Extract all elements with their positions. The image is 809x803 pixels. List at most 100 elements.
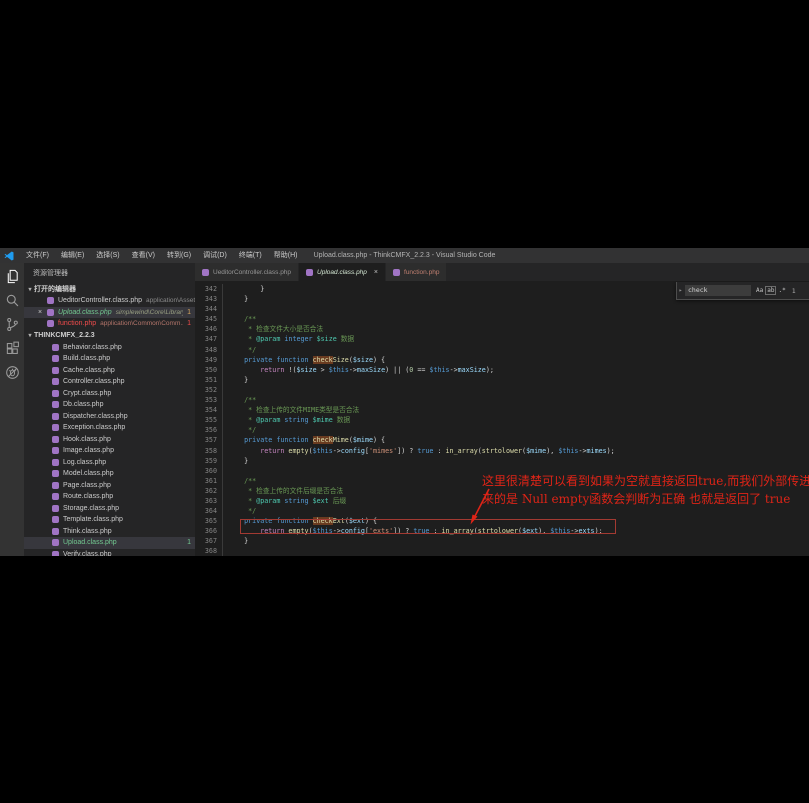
code-line[interactable]: 350 return !($size > $this->maxSize) || … <box>195 365 809 375</box>
tree-item[interactable]: Behavior.class.php <box>24 342 195 354</box>
tree-item[interactable]: Log.class.php <box>24 457 195 469</box>
code-line[interactable]: 367 } <box>195 536 809 546</box>
code-token: -> <box>333 447 341 455</box>
tree-item[interactable]: Think.class.php <box>24 526 195 538</box>
menu-item[interactable]: 编辑(E) <box>55 248 90 263</box>
line-number: 368 <box>195 546 223 556</box>
code-line[interactable]: 348 */ <box>195 345 809 355</box>
editor-tab[interactable]: function.php <box>386 263 447 281</box>
open-editors-header[interactable]: ▾ 打开的编辑器 <box>24 283 195 295</box>
code-line[interactable]: 361 /** <box>195 476 809 486</box>
close-icon[interactable]: × <box>38 309 47 316</box>
editor-tab[interactable]: Upload.class.php× <box>299 263 386 281</box>
line-number: 352 <box>195 385 223 395</box>
code-line[interactable]: 344 <box>195 304 809 314</box>
menu-item[interactable]: 文件(F) <box>20 248 55 263</box>
code-token: function <box>276 436 308 444</box>
tree-item[interactable]: Upload.class.php1 <box>24 537 195 549</box>
code-line[interactable]: 355 * @param string $mime 数据 <box>195 415 809 425</box>
php-file-icon <box>52 355 59 362</box>
tree-item[interactable]: Db.class.php <box>24 399 195 411</box>
tree-item[interactable]: Route.class.php <box>24 491 195 503</box>
tree-item[interactable]: Build.class.php <box>24 353 195 365</box>
code-token: */ <box>228 507 256 515</box>
code-token <box>228 436 244 444</box>
tree-item[interactable]: Storage.class.php <box>24 503 195 515</box>
code-line[interactable]: 366 return empty($this->config['exts']) … <box>195 526 809 536</box>
code-token: ]) ? <box>393 527 413 535</box>
code-line[interactable]: 362 * 检查上传的文件后缀是否合法 <box>195 486 809 496</box>
line-number: 349 <box>195 355 223 365</box>
tree-item[interactable]: Controller.class.php <box>24 376 195 388</box>
code-line[interactable]: 357 private function checkMime($mime) { <box>195 435 809 445</box>
code-token <box>228 447 260 455</box>
code-line[interactable]: 356 */ <box>195 425 809 435</box>
tree-item[interactable]: Image.class.php <box>24 445 195 457</box>
tree-item[interactable]: Crypt.class.php <box>24 388 195 400</box>
tree-item[interactable]: Dispatcher.class.php <box>24 411 195 423</box>
code-line[interactable]: 352 <box>195 385 809 395</box>
code-token: return <box>260 366 284 374</box>
code-line[interactable]: 365 private function checkExt($ext) { <box>195 516 809 526</box>
line-number: 361 <box>195 476 223 486</box>
search-icon[interactable] <box>4 292 20 308</box>
code-line[interactable]: 353 /** <box>195 395 809 405</box>
menu-item[interactable]: 查看(V) <box>126 248 161 263</box>
tree-item[interactable]: Model.class.php <box>24 468 195 480</box>
code-line[interactable]: 364 */ <box>195 506 809 516</box>
code-line[interactable]: 347 * @param integer $size 数据 <box>195 334 809 344</box>
code-text: */ <box>223 506 256 516</box>
code-editor[interactable]: 342 }343 }344345 /**346 * 检查文件大小是否合法347 … <box>195 281 809 556</box>
tree-item[interactable]: Hook.class.php <box>24 434 195 446</box>
code-line[interactable]: 363 * @param string $ext 后缀 <box>195 496 809 506</box>
code-token: Ext <box>333 517 345 525</box>
code-text: /** <box>223 314 256 324</box>
extensions-icon[interactable] <box>4 340 20 356</box>
menu-item[interactable]: 转到(G) <box>161 248 197 263</box>
code-line[interactable]: 368 <box>195 546 809 556</box>
open-editor-item[interactable]: function.phpapplication\Common\Comm...1 <box>24 318 195 330</box>
code-text <box>223 466 228 476</box>
editor-tab[interactable]: UeditorController.class.php <box>195 263 299 281</box>
code-line[interactable]: 360 <box>195 466 809 476</box>
code-token: -> <box>333 527 341 535</box>
whole-word-button[interactable]: ab <box>765 286 776 295</box>
find-expand-icon[interactable]: ▸ <box>677 282 684 299</box>
editor-group: UeditorController.class.phpUpload.class.… <box>195 263 809 556</box>
php-file-icon <box>52 482 59 489</box>
tree-item[interactable]: Page.class.php <box>24 480 195 492</box>
code-token: */ <box>228 346 256 354</box>
explorer-icon[interactable] <box>4 268 20 284</box>
find-widget: ▸ check Aa ab .* 1 <box>676 282 809 300</box>
project-folder-header[interactable]: ▾ THINKCMFX_2.2.3 <box>24 330 195 342</box>
code-line[interactable]: 351 } <box>195 375 809 385</box>
menu-item[interactable]: 选择(S) <box>90 248 125 263</box>
code-line[interactable]: 349 private function checkSize($size) { <box>195 355 809 365</box>
tree-item[interactable]: Exception.class.php <box>24 422 195 434</box>
code-line[interactable]: 354 * 检查上传的文件MIME类型是否合法 <box>195 405 809 415</box>
code-line[interactable]: 345 /** <box>195 314 809 324</box>
close-icon[interactable]: × <box>374 269 378 276</box>
open-editor-item[interactable]: UeditorController.class.phpapplication\A… <box>24 295 195 307</box>
find-input[interactable]: check <box>685 285 751 296</box>
source-control-icon[interactable] <box>4 316 20 332</box>
file-label: Verify.class.php <box>63 551 112 556</box>
php-file-icon <box>52 539 59 546</box>
code-line[interactable]: 359 } <box>195 456 809 466</box>
tree-item[interactable]: Cache.class.php <box>24 365 195 377</box>
menu-item[interactable]: 终端(T) <box>233 248 268 263</box>
code-token: } <box>228 537 248 545</box>
tree-item[interactable]: Verify.class.php <box>24 549 195 557</box>
tree-item[interactable]: Template.class.php <box>24 514 195 526</box>
code-lines: 342 }343 }344345 /**346 * 检查文件大小是否合法347 … <box>195 281 809 556</box>
regex-button[interactable]: .* <box>776 287 787 294</box>
menu-item[interactable]: 调试(D) <box>197 248 233 263</box>
open-editor-item[interactable]: ×Upload.class.phpsimplewind\Core\Library… <box>24 307 195 319</box>
code-token: $ext <box>522 527 538 535</box>
code-line[interactable]: 346 * 检查文件大小是否合法 <box>195 324 809 334</box>
code-line[interactable]: 358 return empty($this->config['mimes'])… <box>195 446 809 456</box>
match-case-button[interactable]: Aa <box>754 287 765 294</box>
file-label: Hook.class.php <box>63 436 111 443</box>
debug-icon[interactable] <box>4 364 20 380</box>
menu-item[interactable]: 帮助(H) <box>268 248 304 263</box>
